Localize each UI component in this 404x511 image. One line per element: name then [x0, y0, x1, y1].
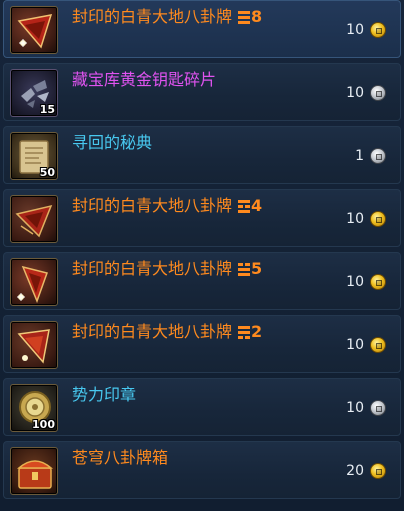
item-name: 藏宝库黄金钥匙碎片: [72, 70, 217, 89]
list-item[interactable]: 100 势力印章 10: [3, 378, 401, 436]
item-name: 势力印章: [72, 385, 137, 404]
gold-coin-icon: [370, 211, 386, 227]
item-quantity: 100: [32, 418, 55, 431]
item-name: 寻回的秘典: [72, 133, 153, 152]
list-item[interactable]: 封印的白青大地八卦牌 8 10: [3, 0, 401, 58]
item-tier: 4: [251, 196, 263, 215]
item-price: 10: [346, 274, 364, 290]
shop-item-list: 封印的白青大地八卦牌 8 10 15 藏宝库黄金钥匙碎片 10 50 寻回的秘典…: [0, 0, 404, 511]
item-price: 1: [355, 148, 364, 164]
item-tier: 2: [251, 322, 263, 341]
gold-coin-icon: [370, 274, 386, 290]
gold-coin-icon: [370, 22, 386, 38]
item-name: 封印的白青大地八卦牌 2: [72, 322, 263, 341]
item-price: 10: [346, 337, 364, 353]
sealed-tablet-icon: [10, 6, 58, 54]
item-tier: 8: [251, 7, 263, 26]
item-name: 封印的白青大地八卦牌 5: [72, 259, 263, 278]
item-price: 10: [346, 85, 364, 101]
item-price: 10: [346, 211, 364, 227]
list-item[interactable]: 15 藏宝库黄金钥匙碎片 10: [3, 63, 401, 121]
silver-coin-icon: [370, 400, 386, 416]
item-price: 20: [346, 463, 364, 479]
sealed-tablet-icon: [10, 321, 58, 369]
item-name: 封印的白青大地八卦牌 4: [72, 196, 263, 215]
gold-coin-icon: [370, 463, 386, 479]
list-item[interactable]: 封印的白青大地八卦牌 4 10: [3, 189, 401, 247]
sealed-tablet-icon: [10, 195, 58, 243]
sealed-tablet-icon: [10, 258, 58, 306]
item-price: 10: [346, 400, 364, 416]
scroll-book-icon: 50: [10, 132, 58, 180]
key-fragment-icon: 15: [10, 69, 58, 117]
trigram-icon: [238, 262, 251, 276]
silver-coin-icon: [370, 148, 386, 164]
item-name: 苍穹八卦牌箱: [72, 448, 169, 467]
item-tier: 5: [251, 259, 263, 278]
list-item[interactable]: 50 寻回的秘典 1: [3, 126, 401, 184]
gold-coin-icon: [370, 337, 386, 353]
list-item[interactable]: 苍穹八卦牌箱 20: [3, 441, 401, 499]
faction-seal-icon: 100: [10, 384, 58, 432]
trigram-icon: [238, 199, 251, 213]
item-name: 封印的白青大地八卦牌 8: [72, 7, 263, 26]
tablet-chest-icon: [10, 447, 58, 495]
list-item[interactable]: 封印的白青大地八卦牌 2 10: [3, 315, 401, 373]
trigram-icon: [238, 10, 251, 24]
item-price: 10: [346, 22, 364, 38]
silver-coin-icon: [370, 85, 386, 101]
trigram-icon: [238, 325, 251, 339]
item-quantity: 50: [39, 166, 55, 179]
list-item[interactable]: 封印的白青大地八卦牌 5 10: [3, 252, 401, 310]
item-quantity: 15: [39, 103, 55, 116]
